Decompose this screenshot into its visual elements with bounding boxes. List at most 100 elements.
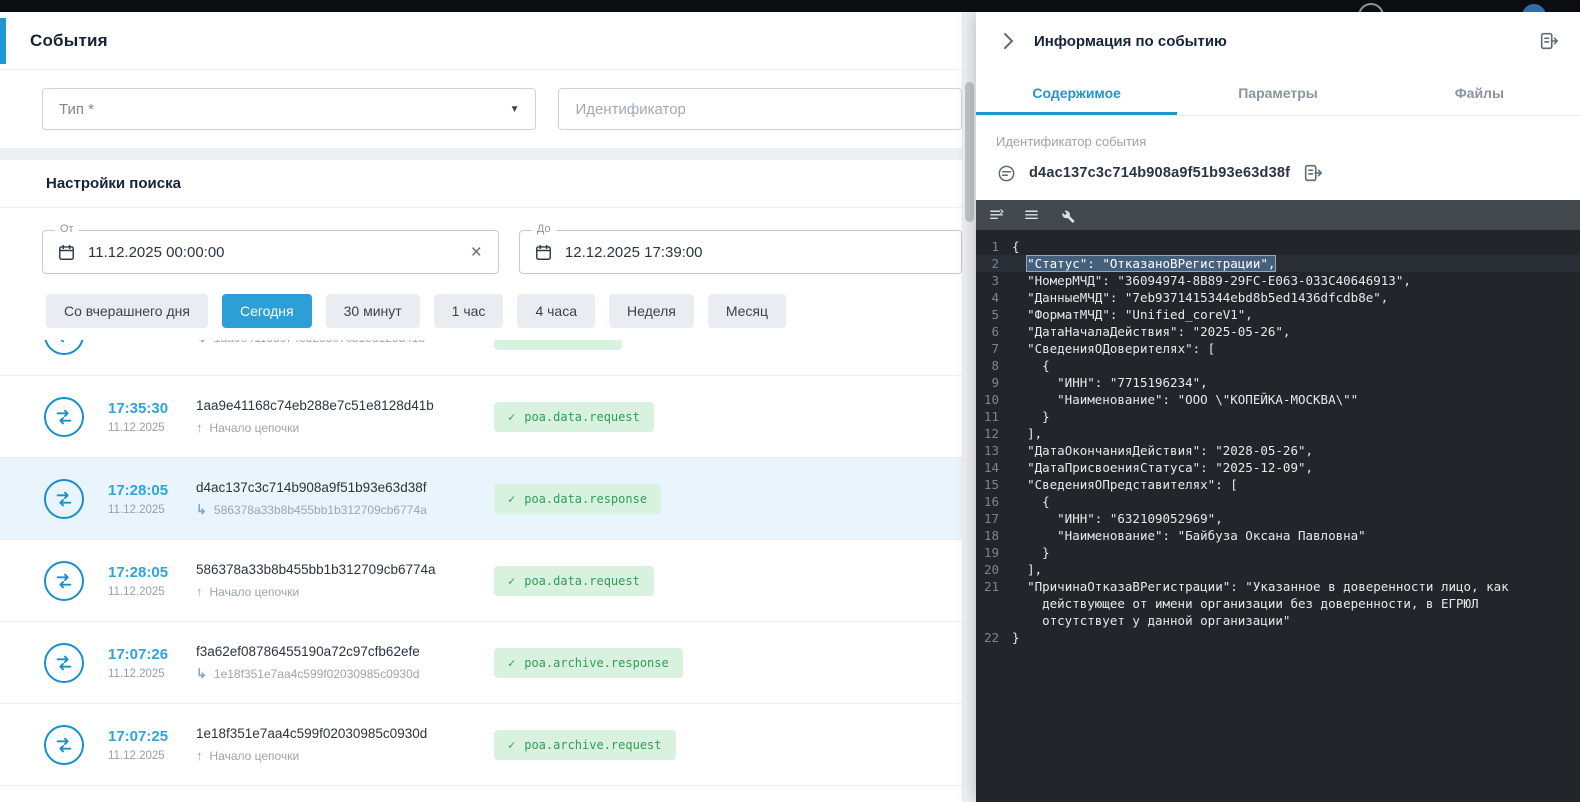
line-text: "ФорматМЧД": "Unified_coreV1", [1012,306,1580,323]
format-json-icon[interactable] [988,207,1005,224]
line-text: "СведенияОДоверителях": [ [1012,340,1580,357]
export-event-icon[interactable] [1538,30,1560,52]
line-number: 19 [976,544,1012,561]
line-number: 20 [976,561,1012,578]
line-text: } [1012,629,1580,646]
code-line: 4 "ДанныеМЧД": "7eb9371415344ebd8b5ed143… [976,289,1580,306]
line-text: "Наименование": "ООО \"КОПЕЙКА-МОСКВА\"" [1012,391,1580,408]
event-chain: ↳ 1e18f351e7aa4c599f02030985c0930d [196,666,494,682]
line-number: 11 [976,408,1012,425]
event-id-value: d4ac137c3c714b908a9f51b93e63d38f [1029,165,1290,181]
line-number: 18 [976,527,1012,544]
code-line: 9 "ИНН": "7715196234", [976,374,1580,391]
event-id: 586378a33b8b455bb1b312709cb6774a [196,562,494,577]
date-to-field[interactable]: До 12.12.2025 17:39:00 [519,230,962,274]
event-time-block: 17:28:05 11.12.2025 [108,482,196,516]
check-icon: ✓ [508,492,515,506]
date-from-field[interactable]: От 11.12.2025 00:00:00 × [42,230,499,274]
line-number: 13 [976,442,1012,459]
code-toolbar [976,200,1580,230]
quick-range-button[interactable]: Неделя [609,294,694,328]
collapse-panel-chevron-icon[interactable] [996,29,1020,53]
copy-event-id-icon[interactable] [1302,162,1324,184]
chevron-down-icon: ▼ [510,104,520,115]
line-text: "СведенияОПредставителях": [ [1012,476,1580,493]
code-line: 15 "СведенияОПредставителях": [ [976,476,1580,493]
line-number: 12 [976,425,1012,442]
line-number: 4 [976,289,1012,306]
event-details-panel: Информация по событию СодержимоеПараметр… [976,12,1580,802]
panel-tab[interactable]: Параметры [1177,70,1378,115]
event-row[interactable]: 11.12.2025 ↳ 1aa9e41168c74eb288e7c51e812… [0,340,962,376]
line-number: 16 [976,493,1012,510]
quick-range-button[interactable]: 30 минут [326,294,420,328]
panel-tab[interactable]: Файлы [1379,70,1580,115]
check-icon: ✓ [508,574,515,588]
chain-icon: ↳ [196,340,207,346]
quick-range-button[interactable]: Сегодня [222,294,312,328]
exchange-icon [44,340,84,355]
quick-ranges: Со вчерашнего дня Сегодня 30 минут 1 час 4 ч… [0,274,962,340]
exchange-icon [44,397,84,437]
event-id-block: ↳ 1aa9e41168c74eb288e7c51e8128d41b [196,340,494,346]
line-number: 17 [976,510,1012,527]
event-status-badge: ✓ poa.data.request [494,402,654,432]
vertical-scrollbar[interactable] [962,12,976,802]
search-settings-header: Настройки поиска [0,160,962,208]
clear-date-icon[interactable]: × [469,243,484,262]
quick-range-button[interactable]: 4 часа [517,294,595,328]
code-line: 11 } [976,408,1580,425]
event-row[interactable]: 17:35:30 11.12.2025 1aa9e41168c74eb288e7… [0,376,962,458]
wrap-lines-icon[interactable] [1023,207,1040,224]
line-number: 21 [976,578,1012,595]
event-id-section: Идентификатор события d4ac137c3c714b908a… [976,116,1580,200]
code-line: 10 "Наименование": "ООО \"КОПЕЙКА-МОСКВА… [976,391,1580,408]
settings-wrench-icon[interactable] [1058,207,1075,224]
event-date: 11.12.2025 [108,504,196,516]
top-app-bar [0,0,1580,12]
event-row[interactable]: 17:28:05 11.12.2025 d4ac137c3c714b908a9f… [0,458,962,540]
event-date: 11.12.2025 [108,586,196,598]
line-number: 9 [976,374,1012,391]
chain-icon: ↳ [196,502,207,518]
chain-text: Начало цепочки [210,749,300,763]
event-chain: ↳ 586378a33b8b455bb1b312709cb6774a [196,502,494,518]
avatar[interactable] [1358,3,1384,12]
search-settings-title: Настройки поиска [46,175,181,192]
event-chain: ↑ Начало цепочки [196,420,494,435]
date-to-value: 12.12.2025 17:39:00 [565,244,947,261]
status-text: poa.data.response [524,492,647,506]
quick-range-button[interactable]: Со вчерашнего дня [46,294,208,328]
event-time-block: 17:28:05 11.12.2025 [108,564,196,598]
code-line: 3 "НомерМЧД": "36094974-8B89-29FC-E063-0… [976,272,1580,289]
code-line: 1 { [976,238,1580,255]
panel-tab[interactable]: Содержимое [976,70,1177,115]
event-status-badge: ✓ [494,340,622,350]
notification-icon[interactable] [1522,4,1546,12]
check-icon: ✓ [508,410,515,424]
quick-range-button[interactable]: 1 час [434,294,504,328]
event-row[interactable]: 17:07:25 11.12.2025 1e18f351e7aa4c599f02… [0,704,962,786]
date-range-row: От 11.12.2025 00:00:00 × До 12.12.2025 1… [0,208,962,274]
json-code-viewer[interactable]: 1 { 2 "Статус": "ОтказаноВРегистрации", … [976,230,1580,802]
status-text: poa.archive.response [524,656,669,670]
date-from-value: 11.12.2025 00:00:00 [88,244,469,261]
event-time: 17:07:26 [108,646,196,663]
identifier-input[interactable] [558,88,962,130]
scrollbar-thumb[interactable] [965,82,974,222]
type-select[interactable]: Тип * ▼ [42,88,536,130]
line-number: 7 [976,340,1012,357]
line-text: } [1012,544,1580,561]
panel-tabs: СодержимоеПараметрыФайлы [976,70,1580,116]
code-line: 22 } [976,629,1580,646]
line-text: "ИНН": "7715196234", [1012,374,1580,391]
code-line: 19 } [976,544,1580,561]
chain-text: Начало цепочки [210,421,300,435]
event-row[interactable]: 17:28:05 11.12.2025 586378a33b8b455bb1b3… [0,540,962,622]
section-divider [0,148,962,160]
event-row[interactable]: 17:07:26 11.12.2025 f3a62ef08786455190a7… [0,622,962,704]
event-date: 11.12.2025 [108,340,196,343]
calendar-icon [534,243,553,262]
quick-range-button[interactable]: Месяц [708,294,786,328]
event-id-icon [996,163,1017,184]
